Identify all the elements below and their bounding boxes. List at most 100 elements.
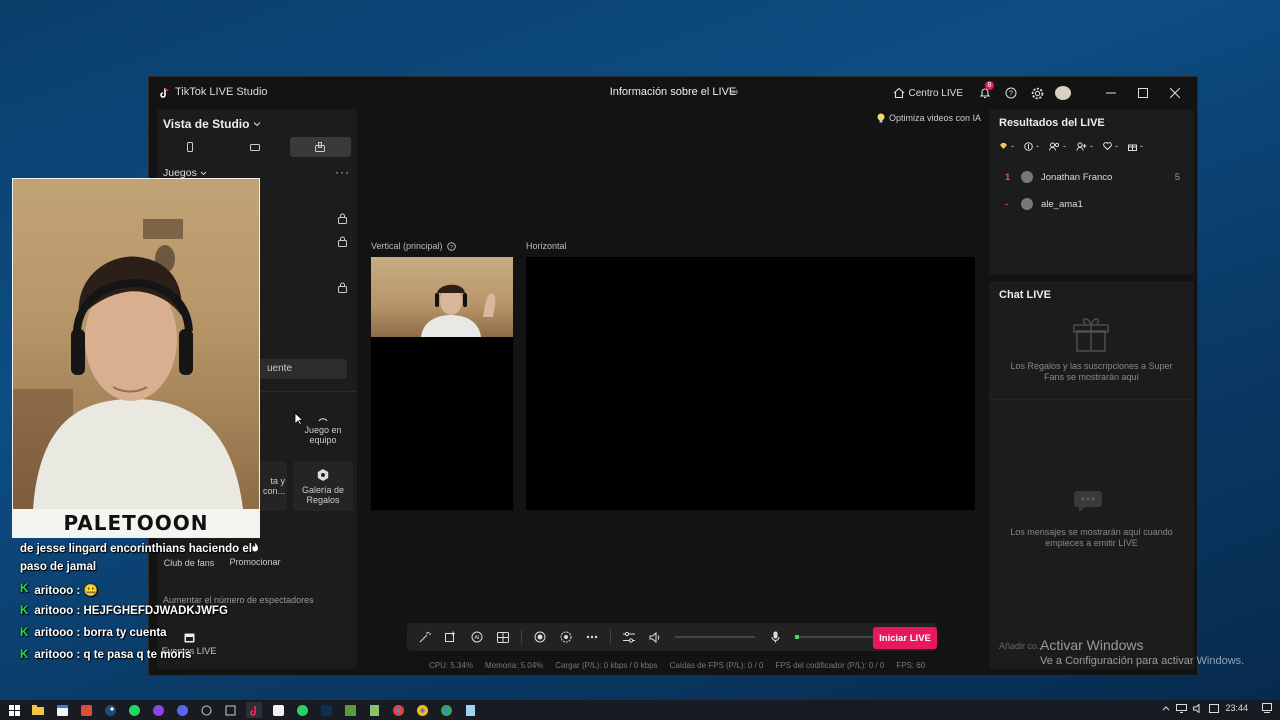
capcut-icon[interactable]: [270, 702, 286, 718]
maximize-icon[interactable]: [1127, 88, 1159, 98]
steam-icon[interactable]: [102, 702, 118, 718]
minimize-icon[interactable]: [1095, 88, 1127, 98]
overlay-chat-text: aritooo : HEJFGHEFDJWADKJWFG: [34, 605, 228, 617]
results-row[interactable]: 1 Jonathan Franco 5: [1005, 169, 1180, 185]
kick-badge-icon: K: [20, 583, 29, 595]
fan-club-label: Club de fans: [163, 558, 215, 568]
file-explorer-icon[interactable]: [30, 702, 46, 718]
audio-mixer-icon[interactable]: [617, 625, 641, 649]
spotify-icon[interactable]: [126, 702, 142, 718]
home-icon[interactable]: [891, 87, 907, 99]
app-icon[interactable]: [222, 702, 238, 718]
filter-diamonds[interactable]: -: [999, 141, 1014, 151]
ai-optimize-chip[interactable]: Optimiza videos con IA: [877, 110, 987, 126]
avatar[interactable]: [1055, 86, 1071, 100]
microphone-icon[interactable]: [763, 625, 787, 649]
live-results-title: Resultados del LIVE: [999, 117, 1105, 129]
go-live-button[interactable]: Iniciar LIVE: [873, 627, 937, 649]
streamer-name-banner: PALETOOON: [13, 509, 259, 537]
discord-icon[interactable]: [174, 702, 190, 718]
gift-gallery-tile[interactable]: Galería de Regalos: [293, 461, 353, 511]
add-source-icon[interactable]: [439, 625, 463, 649]
live-events-tile[interactable]: Eventos LIVE: [159, 619, 219, 669]
more-options-icon[interactable]: ···: [335, 165, 350, 179]
notifications-icon[interactable]: [1262, 703, 1272, 713]
centro-live-link[interactable]: Centro LIVE: [909, 88, 963, 99]
fps-drop-stat: Caídas de FPS (P/L): 0 / 0: [669, 661, 764, 670]
help-icon[interactable]: ?: [1003, 87, 1019, 99]
tiktok-live-taskbar-icon[interactable]: [246, 702, 262, 718]
toolbar-separator: [521, 630, 522, 644]
chrome-icon[interactable]: [390, 702, 406, 718]
ai-icon[interactable]: AI: [465, 625, 489, 649]
share-icon[interactable]: [729, 87, 739, 97]
notifications-bell-icon[interactable]: 8: [977, 81, 994, 99]
record-icon[interactable]: [528, 625, 552, 649]
notepad-icon[interactable]: [366, 702, 382, 718]
calendar-app-icon[interactable]: [54, 702, 70, 718]
gift-gallery-label: Galería de Regalos: [301, 484, 345, 505]
filter-viewers[interactable]: -: [1049, 141, 1066, 151]
promote-label: Promocionar: [229, 556, 281, 567]
landscape-icon: [249, 143, 260, 151]
help-icon[interactable]: ?: [446, 241, 456, 251]
network-icon[interactable]: [1176, 703, 1188, 713]
photoshop-icon[interactable]: [318, 702, 334, 718]
filter-coins[interactable]: -: [1024, 141, 1039, 151]
chevron-down-icon: [253, 120, 261, 128]
mic-volume-slider[interactable]: [795, 635, 875, 639]
results-row[interactable]: - ale_ama1: [1005, 196, 1180, 212]
heart-icon: [1103, 142, 1112, 150]
speaker-icon[interactable]: [643, 625, 667, 649]
title-bar: TikTok LIVE Studio Información sobre el …: [149, 77, 1197, 109]
overlay-chat-message: K aritooo : borra ty cuenta: [20, 627, 167, 639]
filter-followers[interactable]: -: [1076, 141, 1093, 151]
document-app-icon[interactable]: [462, 702, 478, 718]
horizontal-preview[interactable]: [526, 257, 975, 510]
gift-box-icon: [1071, 315, 1111, 353]
close-icon[interactable]: [1159, 88, 1191, 98]
magic-wand-icon[interactable]: [413, 625, 437, 649]
minecraft-icon[interactable]: [342, 702, 358, 718]
media-app-icon[interactable]: [78, 702, 94, 718]
live-chat-panel: Chat LIVE Los Regalos y las suscripcione…: [989, 281, 1194, 669]
language-icon[interactable]: [1209, 703, 1220, 713]
vertical-preview[interactable]: [371, 257, 513, 510]
team-game-icon: [317, 416, 329, 422]
system-tray: 23:44: [1162, 703, 1272, 713]
studio-view-selector[interactable]: Vista de Studio: [163, 117, 261, 131]
partial-tile[interactable]: ta y con...: [257, 461, 287, 511]
svg-text:?: ?: [1009, 91, 1013, 98]
whatsapp-icon[interactable]: [294, 702, 310, 718]
tab-dual[interactable]: [289, 137, 351, 157]
horizontal-preview-label: Horizontal: [526, 241, 567, 251]
studio-view-label: Vista de Studio: [163, 117, 250, 131]
settings-gear-icon[interactable]: [1029, 87, 1045, 100]
chrome-icon[interactable]: [438, 702, 454, 718]
tab-vertical[interactable]: [159, 137, 220, 157]
kick-badge-icon: K: [20, 627, 29, 639]
network-app-icon[interactable]: [198, 702, 214, 718]
twitch-icon[interactable]: [150, 702, 166, 718]
filter-likes[interactable]: -: [1103, 141, 1118, 151]
camera-effects-icon[interactable]: [554, 625, 578, 649]
team-game-label: Juego en equipo: [304, 424, 342, 445]
messages-empty-message: Los mensajes se mostrarán aquí cuando em…: [1010, 527, 1173, 548]
filter-gifts[interactable]: -: [1128, 141, 1143, 151]
speaker-volume-slider[interactable]: [675, 636, 755, 638]
more-icon[interactable]: [580, 625, 604, 649]
viewer-name: Jonathan Franco: [1041, 171, 1113, 183]
chevron-up-icon[interactable]: [1162, 705, 1170, 711]
tab-horizontal[interactable]: [224, 137, 285, 157]
calendar-icon: [184, 632, 195, 643]
volume-icon[interactable]: [1193, 703, 1203, 713]
windows-start-icon[interactable]: [6, 702, 22, 718]
overlay-chat-message: K aritooo : HEJFGHEFDJWADKJWFG: [20, 605, 228, 617]
memory-stat: Memoria: 5.04%: [485, 661, 544, 670]
layout-tabs: [159, 137, 351, 157]
chat-input[interactable]: Añadir co...: [999, 641, 1045, 651]
layout-icon[interactable]: [491, 625, 515, 649]
overlay-chat-line: paso de jamal: [20, 561, 97, 573]
clock: 23:44: [1225, 703, 1248, 713]
chrome-icon[interactable]: [414, 702, 430, 718]
